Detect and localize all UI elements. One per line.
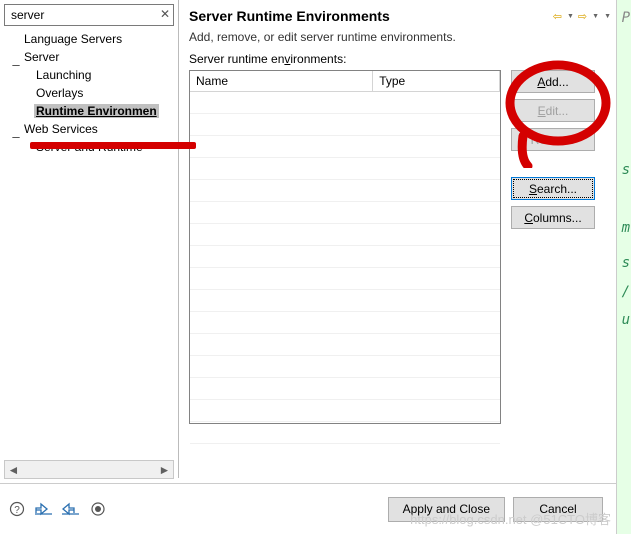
tree-item[interactable]: Runtime Environmen bbox=[4, 102, 174, 120]
search-button[interactable]: Search... bbox=[511, 177, 595, 200]
runtime-table[interactable]: Name Type bbox=[189, 70, 501, 424]
table-row bbox=[190, 378, 500, 400]
horizontal-scrollbar[interactable]: ◄ ► bbox=[4, 460, 174, 479]
export-icon[interactable] bbox=[62, 501, 79, 518]
table-row bbox=[190, 92, 500, 114]
page-description: Add, remove, or edit server runtime envi… bbox=[189, 30, 617, 44]
tree-item[interactable]: Server bbox=[4, 48, 174, 66]
edit-button: Edit... bbox=[511, 99, 595, 122]
table-row bbox=[190, 114, 500, 136]
columns-button[interactable]: Columns... bbox=[511, 206, 595, 229]
scroll-left-icon[interactable]: ◄ bbox=[5, 462, 22, 477]
table-row bbox=[190, 334, 500, 356]
annotation-underline bbox=[30, 142, 196, 149]
tree-item[interactable]: Overlays bbox=[4, 84, 174, 102]
tree-item[interactable]: Launching bbox=[4, 66, 174, 84]
table-row bbox=[190, 312, 500, 334]
tree-item[interactable]: Language Servers bbox=[4, 30, 174, 48]
nav-history[interactable]: ⇦▼ ⇨▼ ▼ bbox=[553, 10, 611, 23]
column-type[interactable]: Type bbox=[373, 71, 500, 92]
cancel-button[interactable]: Cancel bbox=[513, 497, 603, 522]
editor-gutter: Psms/u bbox=[616, 0, 631, 534]
table-row bbox=[190, 136, 500, 158]
table-row bbox=[190, 224, 500, 246]
search-box[interactable]: ✕ bbox=[4, 4, 174, 26]
search-input[interactable] bbox=[9, 7, 155, 23]
table-row bbox=[190, 158, 500, 180]
forward-icon[interactable]: ⇨ bbox=[578, 10, 587, 23]
table-row bbox=[190, 268, 500, 290]
table-row bbox=[190, 422, 500, 444]
record-icon[interactable] bbox=[89, 501, 106, 518]
table-label: Server runtime environments: bbox=[189, 52, 617, 66]
clear-icon[interactable]: ✕ bbox=[160, 7, 170, 21]
tree-item[interactable]: Web Services bbox=[4, 120, 174, 138]
help-icon[interactable]: ? bbox=[8, 501, 25, 518]
scroll-right-icon[interactable]: ► bbox=[156, 462, 173, 477]
preferences-tree[interactable]: Language ServersServerLaunchingOverlaysR… bbox=[4, 26, 174, 460]
page-title: Server Runtime Environments bbox=[189, 8, 390, 24]
table-row bbox=[190, 356, 500, 378]
table-row bbox=[190, 246, 500, 268]
column-name[interactable]: Name bbox=[190, 71, 373, 92]
add-button[interactable]: Add... bbox=[511, 70, 595, 93]
svg-text:?: ? bbox=[14, 505, 20, 516]
table-row bbox=[190, 400, 500, 422]
back-icon[interactable]: ⇦ bbox=[553, 10, 562, 23]
apply-close-button[interactable]: Apply and Close bbox=[388, 497, 505, 522]
table-row bbox=[190, 202, 500, 224]
import-icon[interactable] bbox=[35, 501, 52, 518]
remove-button: Remove bbox=[511, 128, 595, 151]
table-row bbox=[190, 180, 500, 202]
table-row bbox=[190, 290, 500, 312]
